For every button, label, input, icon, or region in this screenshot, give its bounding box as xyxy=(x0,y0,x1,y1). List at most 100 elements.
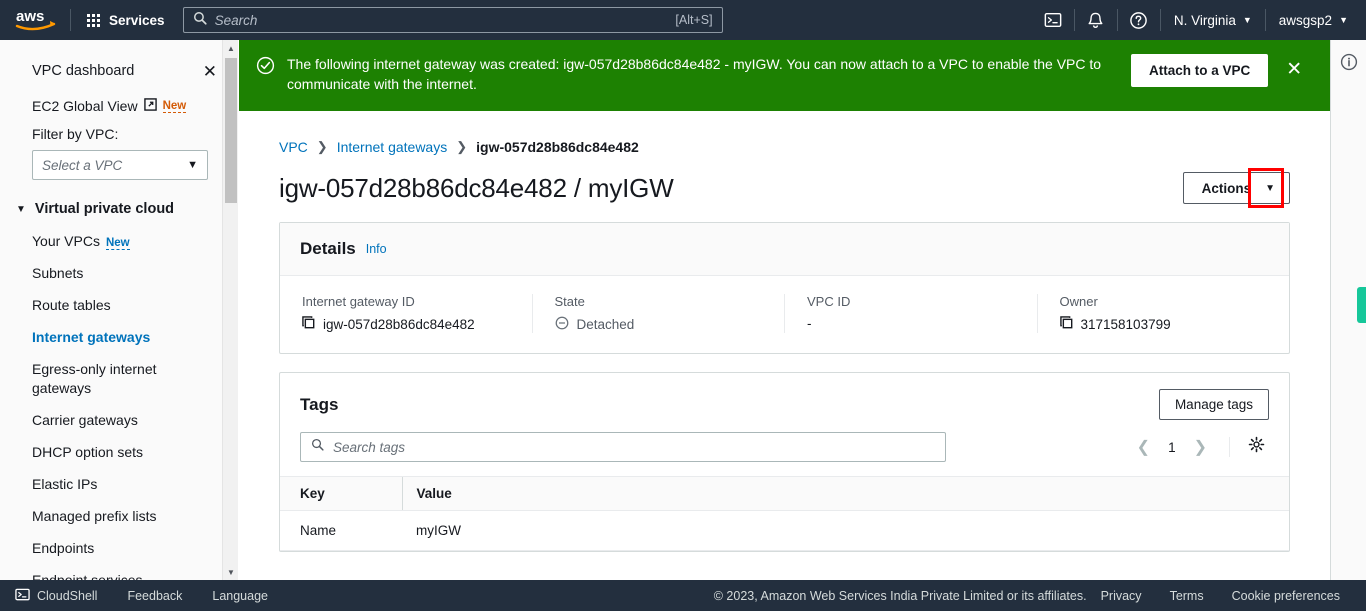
services-label: Services xyxy=(109,12,165,28)
footer-feedback-link[interactable]: Feedback xyxy=(112,580,197,611)
tags-title: Tags xyxy=(300,394,339,414)
detail-label: State xyxy=(554,294,585,309)
sidebar-item-label: Your VPCs xyxy=(32,233,100,249)
sidebar-item-carrier-gateways[interactable]: Carrier gateways xyxy=(0,405,237,437)
services-menu-button[interactable]: Services xyxy=(83,9,169,32)
chevron-right-icon: ❯ xyxy=(316,139,328,154)
table-header-row: Key Value xyxy=(280,476,1289,511)
attach-to-vpc-button[interactable]: Attach to a VPC xyxy=(1131,54,1269,87)
footer-left-group: CloudShell Feedback Language xyxy=(0,580,283,611)
search-input[interactable]: Search [Alt+S] xyxy=(182,7,723,33)
sidebar-item-your-vpcs[interactable]: Your VPCs New xyxy=(0,226,237,258)
details-info-link[interactable]: Info xyxy=(366,242,387,256)
table-row[interactable]: Name myIGW xyxy=(280,510,1289,551)
chevron-right-icon[interactable]: ❯ xyxy=(1186,435,1215,459)
sidebar-item-label: Elastic IPs xyxy=(32,476,98,492)
sidebar-item-dhcp-option-sets[interactable]: DHCP option sets xyxy=(0,437,237,469)
region-label: N. Virginia xyxy=(1173,12,1236,28)
sidebar-section-virtual-private-cloud[interactable]: ▼ Virtual private cloud xyxy=(0,192,237,226)
search-shortcut: [Alt+S] xyxy=(675,13,713,27)
detail-value-row: igw-057d28b86dc84e482 xyxy=(302,316,510,332)
sidebar-item-subnets[interactable]: Subnets xyxy=(0,258,237,290)
detail-value-row: 317158103799 xyxy=(1059,316,1268,332)
details-title: Details xyxy=(300,239,356,258)
sidebar-item-elastic-ips[interactable]: Elastic IPs xyxy=(0,469,237,501)
close-icon[interactable]: ✕ xyxy=(199,61,221,82)
sidebar-item-internet-gateways[interactable]: Internet gateways xyxy=(0,322,237,354)
sidebar-item-route-tables[interactable]: Route tables xyxy=(0,290,237,322)
tag-value-cell: myIGW xyxy=(402,510,1289,551)
actions-label: Actions xyxy=(1201,180,1252,196)
sidebar-item-egress-only-internet-gateways[interactable]: Egress-only internet gateways xyxy=(0,354,237,406)
grid-icon xyxy=(87,13,100,27)
detail-field-state: State Detached xyxy=(533,294,785,333)
breadcrumb-item-internet-gateways[interactable]: Internet gateways xyxy=(337,139,448,155)
actions-button[interactable]: Actions ▼ xyxy=(1182,172,1290,204)
footer-right-group: © 2023, Amazon Web Services India Privat… xyxy=(714,589,1366,603)
details-card-header: Details Info xyxy=(280,223,1289,276)
feedback-tab[interactable] xyxy=(1357,287,1366,323)
manage-tags-button[interactable]: Manage tags xyxy=(1158,389,1269,420)
sidebar-item-ec2-global-view[interactable]: EC2 Global View New xyxy=(0,92,237,120)
external-link-icon xyxy=(143,98,157,114)
sidebar-item-label: Subnets xyxy=(32,264,84,281)
column-header-key[interactable]: Key xyxy=(280,476,402,511)
footer-terms-link[interactable]: Terms xyxy=(1156,589,1218,603)
divider xyxy=(1229,437,1230,457)
footer-cloudshell-button[interactable]: CloudShell xyxy=(0,580,112,611)
region-selector[interactable]: N. Virginia ▼ xyxy=(1161,0,1265,40)
info-circle-icon[interactable] xyxy=(1339,52,1359,72)
chevron-down-icon[interactable]: ▼ xyxy=(1265,173,1289,203)
copy-icon[interactable] xyxy=(302,316,315,332)
footer-language-link[interactable]: Language xyxy=(197,580,283,611)
detail-value-row: - xyxy=(807,316,1015,331)
account-label: awsgsp2 xyxy=(1278,12,1333,28)
detail-value-row: Detached xyxy=(555,316,763,333)
page-content: VPC ❯ Internet gateways ❯ igw-057d28b86d… xyxy=(239,111,1330,580)
copy-icon[interactable] xyxy=(1059,316,1073,332)
detail-field-vpc-id: VPC ID - xyxy=(785,294,1038,333)
sidebar-item-endpoint-services[interactable]: Endpoint services xyxy=(0,565,237,580)
vpc-filter-select[interactable]: Select a VPC ▼ xyxy=(32,150,208,180)
chevron-down-icon: ▼ xyxy=(1339,14,1348,25)
detail-label: VPC ID xyxy=(807,294,851,309)
sidebar-item-label: Route tables xyxy=(32,296,111,313)
chevron-down-icon: ▼ xyxy=(1242,14,1252,25)
cloudshell-icon[interactable] xyxy=(1032,0,1074,40)
footer-privacy-link[interactable]: Privacy xyxy=(1087,589,1156,603)
tags-search-input[interactable]: Search tags xyxy=(300,432,946,462)
footer-cookie-preferences-link[interactable]: Cookie preferences xyxy=(1218,589,1354,603)
main-content: The following internet gateway was creat… xyxy=(239,40,1330,580)
scroll-up-icon[interactable]: ▲ xyxy=(223,40,239,56)
detail-value: igw-057d28b86dc84e482 xyxy=(323,316,475,332)
sidebar-item-endpoints[interactable]: Endpoints xyxy=(0,533,237,565)
sidebar-item-label: DHCP option sets xyxy=(32,444,144,461)
footer-cloudshell-label: CloudShell xyxy=(37,588,98,603)
scroll-down-icon[interactable]: ▼ xyxy=(223,564,239,580)
check-circle-icon xyxy=(256,56,275,80)
tags-pagination: ❮ 1 ❯ xyxy=(1129,434,1269,460)
tags-card: Tags Manage tags Search tags ❮ 1 ❯ Key V… xyxy=(279,372,1290,552)
search-icon xyxy=(193,11,207,30)
breadcrumb-item-vpc[interactable]: VPC xyxy=(279,139,308,155)
top-navigation-bar: aws Services Search [Alt+S] N. Virginia … xyxy=(0,0,1366,40)
page-number[interactable]: 1 xyxy=(1164,440,1180,455)
chevron-left-icon[interactable]: ❮ xyxy=(1129,435,1158,459)
account-menu[interactable]: awsgsp2 ▼ xyxy=(1266,0,1366,40)
sidebar-item-badge: New xyxy=(105,237,130,250)
gear-icon[interactable] xyxy=(1244,434,1269,460)
close-icon[interactable]: ✕ xyxy=(1282,54,1306,85)
sidebar-scrollbar[interactable]: ▲ ▼ xyxy=(222,40,238,580)
vpc-dashboard-link[interactable]: VPC dashboard xyxy=(32,63,134,79)
help-icon[interactable] xyxy=(1118,0,1160,40)
scrollbar-thumb[interactable] xyxy=(225,58,237,203)
svg-text:aws: aws xyxy=(16,8,44,25)
notifications-bell-icon[interactable] xyxy=(1075,0,1117,40)
detail-value: - xyxy=(807,316,812,331)
status-badge: Detached xyxy=(576,317,635,332)
aws-logo[interactable]: aws xyxy=(14,7,58,33)
sidebar-item-label: Endpoints xyxy=(32,539,95,556)
sidebar-section-label: Virtual private cloud xyxy=(34,201,175,217)
sidebar-item-managed-prefix-lists[interactable]: Managed prefix lists xyxy=(0,501,237,533)
column-header-value[interactable]: Value xyxy=(401,476,1289,511)
